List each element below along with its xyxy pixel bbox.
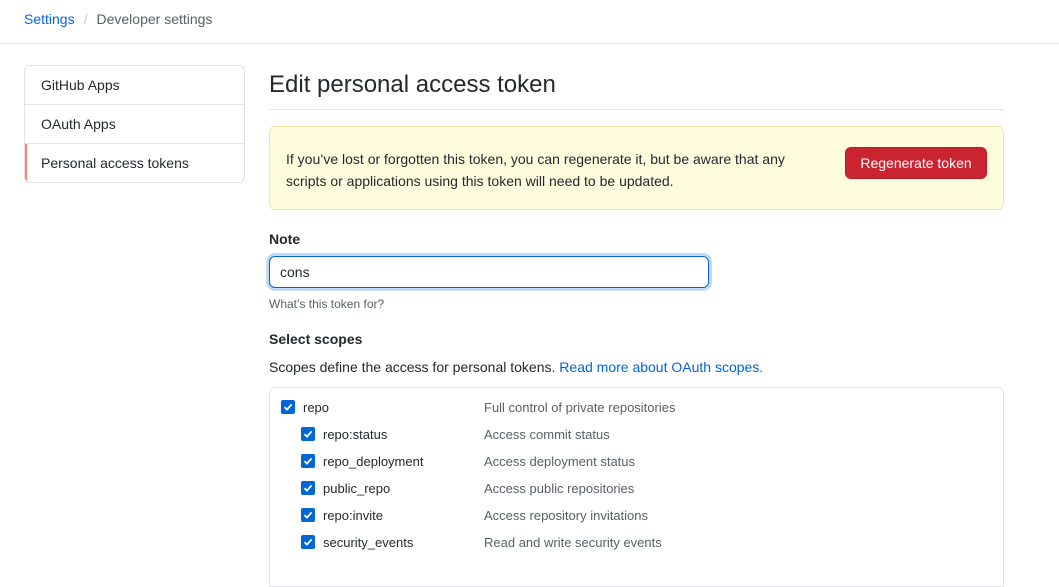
scope-row-repo: repo Full control of private repositorie… <box>270 394 1003 421</box>
sidebar-item-personal-access-tokens[interactable]: Personal access tokens <box>25 143 244 182</box>
checkbox-repo-invite[interactable] <box>301 508 315 522</box>
breadcrumb: Settings / Developer settings <box>24 10 212 28</box>
top-bar: Settings / Developer settings <box>0 0 1059 44</box>
scope-description: Access deployment status <box>484 454 636 469</box>
checkbox-repo[interactable] <box>281 400 295 414</box>
scope-row-security-events: security_events Read and write security … <box>270 529 1003 556</box>
scope-name: repo:invite <box>323 508 383 523</box>
scope-name: public_repo <box>323 481 391 496</box>
checkbox-repo-deployment[interactable] <box>301 454 315 468</box>
scope-name: security_events <box>323 535 414 550</box>
scope-name: repo_deployment <box>323 454 424 469</box>
warning-flash: If you’ve lost or forgotten this token, … <box>269 126 1004 210</box>
check-icon <box>303 430 313 438</box>
checkbox-security-events[interactable] <box>301 535 315 549</box>
regenerate-token-button[interactable]: Regenerate token <box>845 147 987 179</box>
check-icon <box>303 484 313 492</box>
scope-description: Full control of private repositories <box>484 400 676 415</box>
sidebar-item-github-apps[interactable]: GitHub Apps <box>25 66 244 104</box>
breadcrumb-current: Developer settings <box>96 11 213 27</box>
flash-message: If you’ve lost or forgotten this token, … <box>286 151 785 189</box>
scope-row-public-repo: public_repo Access public repositories <box>270 475 1003 502</box>
sidebar-menu: GitHub Apps OAuth Apps Personal access t… <box>24 65 245 183</box>
checkbox-public-repo[interactable] <box>301 481 315 495</box>
scopes-description: Scopes define the access for personal to… <box>269 358 1004 376</box>
scope-name: repo <box>303 400 330 415</box>
scope-row-repo-invite: repo:invite Access repository invitation… <box>270 502 1003 529</box>
sidebar-item-oauth-apps[interactable]: OAuth Apps <box>25 104 244 143</box>
oauth-scopes-link[interactable]: Read more about OAuth scopes. <box>559 359 763 375</box>
page-title: Edit personal access token <box>269 65 1004 110</box>
check-icon <box>303 457 313 465</box>
scope-description: Access commit status <box>484 427 610 442</box>
scopes-list: repo Full control of private repositorie… <box>269 387 1004 587</box>
note-hint: What’s this token for? <box>269 297 385 311</box>
main-content: Edit personal access token If you’ve los… <box>269 65 1004 587</box>
scope-description: Access repository invitations <box>484 508 649 523</box>
scope-description: Access public repositories <box>484 481 635 496</box>
scope-row-repo-deployment: repo_deployment Access deployment status <box>270 448 1003 475</box>
check-icon <box>303 511 313 519</box>
scope-row-repo-status: repo:status Access commit status <box>270 421 1003 448</box>
breadcrumb-settings-link[interactable]: Settings <box>24 10 75 28</box>
checkbox-repo-status[interactable] <box>301 427 315 441</box>
check-icon <box>283 403 293 411</box>
check-icon <box>303 538 313 546</box>
select-scopes-label: Select scopes <box>269 331 363 347</box>
scopes-description-text: Scopes define the access for personal to… <box>269 359 556 375</box>
scope-description: Read and write security events <box>484 535 662 550</box>
breadcrumb-separator: / <box>83 11 88 27</box>
scope-name: repo:status <box>323 427 388 442</box>
note-label: Note <box>269 231 301 247</box>
note-input[interactable] <box>269 256 709 288</box>
